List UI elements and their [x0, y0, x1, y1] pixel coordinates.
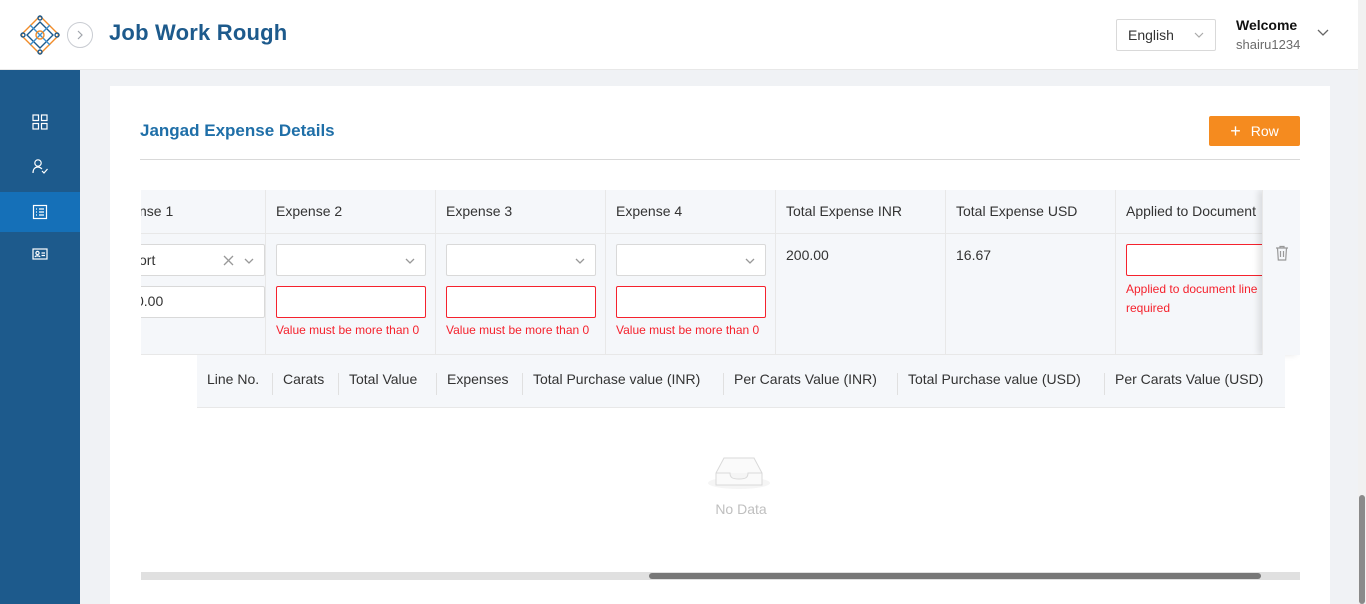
- empty-inbox-icon: [708, 457, 770, 489]
- cell-expense-2: Value must be more than 0: [265, 234, 435, 355]
- sidebar-item-documents[interactable]: [0, 192, 80, 232]
- column-header-total-purchase-inr: Total Purchase value (INR): [523, 355, 724, 408]
- expense-1-select[interactable]: ort: [141, 244, 265, 276]
- applied-error-line2: required: [1126, 301, 1171, 315]
- delete-row-icon[interactable]: [1275, 245, 1289, 261]
- app-title: Job Work Rough: [109, 20, 288, 45]
- expense-1-select-value: ort: [141, 252, 156, 268]
- expense-4-value-input[interactable]: [616, 286, 766, 318]
- chevron-down-icon: [405, 258, 415, 264]
- column-header-per-carats-usd: Per Carats Value (USD): [1105, 355, 1285, 408]
- expense-2-error: Value must be more than 0: [276, 323, 420, 337]
- total-expense-inr-value: 200.00: [786, 247, 829, 263]
- column-header-per-carats-usd-label: Per Carats Value (USD): [1115, 371, 1264, 387]
- chevron-right-icon: [77, 30, 83, 40]
- sidebar: [0, 70, 80, 604]
- language-select[interactable]: English: [1116, 19, 1216, 51]
- line-items-table-header: Line No. Carats Total Value Expenses Tot…: [197, 355, 1285, 408]
- add-row-label: Row: [1250, 123, 1279, 139]
- cell-expense-1: ort 0.00: [141, 234, 265, 355]
- expense-3-error: Value must be more than 0: [446, 323, 590, 337]
- expense-1-value-input[interactable]: 0.00: [141, 286, 265, 318]
- dashboard-grid-icon: [32, 114, 48, 130]
- column-header-expense-1: nse 1: [141, 203, 174, 219]
- page-scrollbar[interactable]: [1358, 0, 1366, 604]
- column-header-total-purchase-inr-label: Total Purchase value (INR): [533, 371, 701, 387]
- column-header-total-value: Total Value: [339, 355, 437, 408]
- expense-3-value-input[interactable]: [446, 286, 596, 318]
- chevron-down-icon: [244, 258, 254, 264]
- column-header-total-value-label: Total Value: [349, 371, 418, 387]
- column-header-per-carats-inr: Per Carats Value (INR): [724, 355, 898, 408]
- clear-icon[interactable]: [223, 255, 234, 266]
- expense-table-header: nse 1 Expense 2 Expense 3 Expense 4 Tota…: [141, 190, 1300, 234]
- column-header-expense-2: Expense 2: [265, 190, 435, 234]
- total-expense-usd-value: 16.67: [956, 247, 992, 263]
- sidebar-item-dashboard[interactable]: [0, 102, 80, 142]
- table-horizontal-scrollbar-thumb[interactable]: [649, 573, 1261, 579]
- expense-2-select[interactable]: [276, 244, 426, 276]
- fixed-action-column: [1262, 190, 1300, 355]
- sidebar-item-id-card[interactable]: [0, 234, 80, 274]
- column-header-expenses-label: Expenses: [447, 371, 509, 387]
- column-header-line-no: Line No.: [197, 355, 273, 408]
- table-row: ort 0.00 Value must be more than 0: [141, 234, 1300, 355]
- chevron-down-icon: [1194, 32, 1204, 38]
- chevron-down-icon: [745, 258, 755, 264]
- column-header-per-carats-inr-label: Per Carats Value (INR): [734, 371, 877, 387]
- column-header-carats-label: Carats: [283, 371, 325, 387]
- applied-error-line1: Applied to document line: [1126, 282, 1258, 296]
- expense-card: Jangad Expense Details + Row nse 1 Expen…: [110, 86, 1330, 604]
- column-header-applied-to-document: Applied to Document: [1115, 190, 1262, 234]
- expense-table: nse 1 Expense 2 Expense 3 Expense 4 Tota…: [141, 190, 1300, 580]
- applied-to-document-error: Applied to document line required: [1126, 280, 1262, 318]
- plus-icon: +: [1230, 121, 1241, 141]
- users-icon: [32, 159, 48, 174]
- empty-state: No Data: [197, 408, 1285, 561]
- expense-2-value-input[interactable]: [276, 286, 426, 318]
- user-menu-chevron-icon[interactable]: [1316, 26, 1330, 45]
- column-header-total-expense-inr: Total Expense INR: [775, 190, 945, 234]
- column-header-carats: Carats: [273, 355, 339, 408]
- id-card-icon: [32, 248, 48, 260]
- column-header-expenses: Expenses: [437, 355, 523, 408]
- cell-expense-3: Value must be more than 0: [435, 234, 605, 355]
- cell-total-expense-inr: 200.00: [775, 234, 945, 355]
- table-horizontal-scrollbar[interactable]: [141, 572, 1300, 580]
- expense-3-select[interactable]: [446, 244, 596, 276]
- column-header-expense-4: Expense 4: [605, 190, 775, 234]
- app-logo-icon[interactable]: [19, 14, 61, 56]
- column-header-total-purchase-usd: Total Purchase value (USD): [898, 355, 1105, 408]
- cell-total-expense-usd: 16.67: [945, 234, 1115, 355]
- expense-4-error: Value must be more than 0: [616, 323, 760, 337]
- empty-state-text: No Data: [715, 501, 767, 517]
- title-divider: [140, 159, 1300, 160]
- chevron-down-icon: [575, 258, 585, 264]
- column-header-expense-3: Expense 3: [435, 190, 605, 234]
- language-value: English: [1128, 27, 1174, 43]
- top-header: Job Work Rough English Welcome shairu123…: [0, 0, 1358, 70]
- cell-expense-4: Value must be more than 0: [605, 234, 775, 355]
- welcome-label: Welcome: [1236, 17, 1298, 33]
- expense-4-select[interactable]: [616, 244, 766, 276]
- column-header-total-expense-usd: Total Expense USD: [945, 190, 1115, 234]
- sidebar-item-users[interactable]: [0, 146, 80, 186]
- list-document-icon: [32, 204, 48, 220]
- line-items-table: Line No. Carats Total Value Expenses Tot…: [197, 355, 1285, 561]
- cell-applied-to-document: Applied to document line required: [1115, 234, 1262, 355]
- column-header-line-no-label: Line No.: [207, 371, 260, 387]
- column-header-total-purchase-usd-label: Total Purchase value (USD): [908, 371, 1081, 387]
- add-row-button[interactable]: + Row: [1209, 116, 1300, 146]
- page-scrollbar-thumb[interactable]: [1359, 495, 1365, 604]
- username-label: shairu1234: [1236, 37, 1301, 52]
- applied-to-document-select[interactable]: [1126, 244, 1262, 276]
- sidebar-toggle-button[interactable]: [67, 22, 93, 48]
- section-title: Jangad Expense Details: [140, 121, 335, 140]
